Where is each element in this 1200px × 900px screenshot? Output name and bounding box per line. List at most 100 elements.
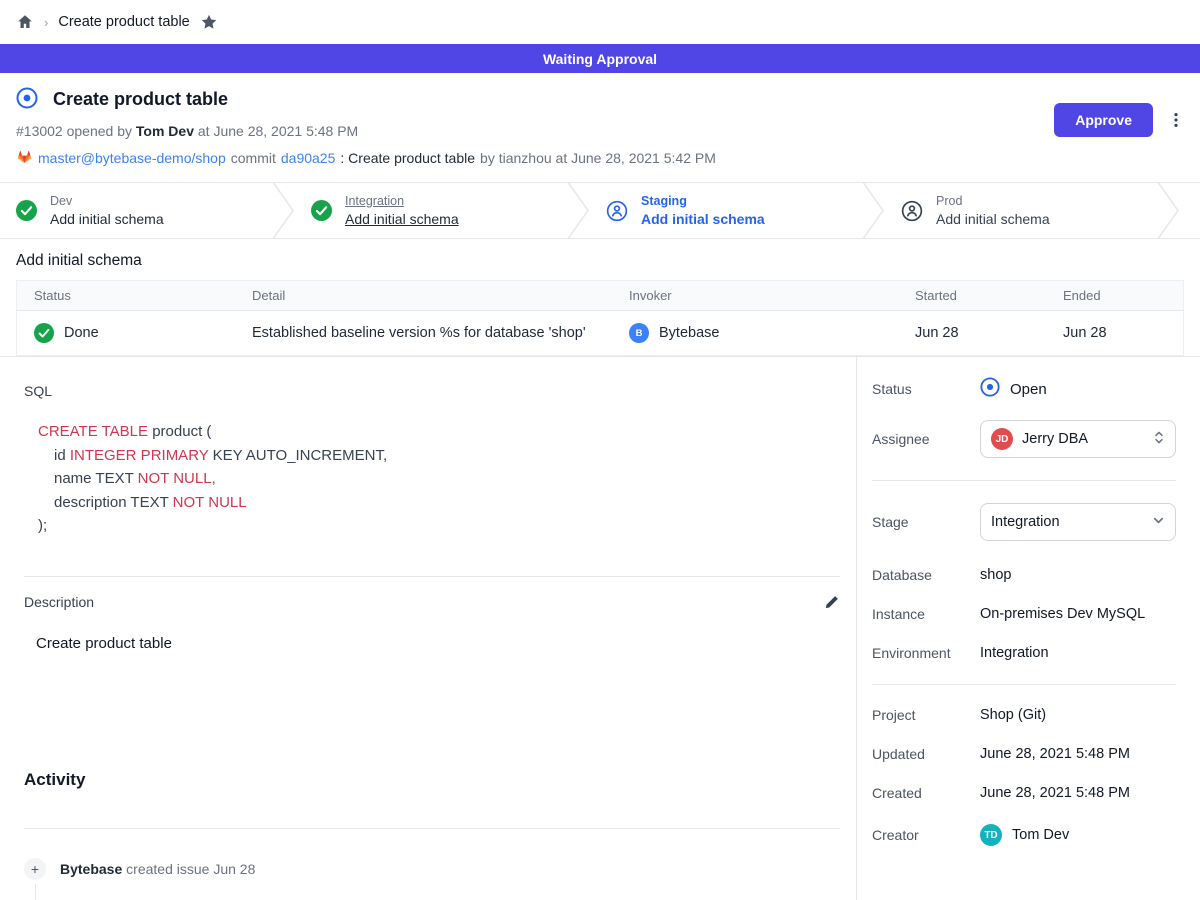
pipeline-stage-staging[interactable]: Staging Add initial schema: [590, 183, 862, 238]
pipeline: Dev Add initial schema Integration Add i…: [0, 182, 1200, 239]
stage-separator-icon: [862, 183, 885, 238]
assignee-label: Assignee: [872, 431, 980, 447]
sidebar: Status Open Assignee JD Jerry DBA: [856, 357, 1200, 900]
field-value: June 28, 2021 5:48 PM: [980, 785, 1176, 801]
person-circle-icon: [901, 200, 923, 222]
description-text: Create product table: [36, 635, 840, 652]
sidebar-field-instance: Instance On-premises Dev MySQL: [872, 606, 1176, 622]
pipeline-stage-integration[interactable]: Integration Add initial schema: [295, 183, 567, 238]
sidebar-field-environment: Environment Integration: [872, 645, 1176, 661]
favorite-star-icon[interactable]: [200, 13, 218, 31]
gitlab-icon: [16, 148, 33, 168]
sidebar-field-updated: Updated June 28, 2021 5:48 PM: [872, 746, 1176, 762]
table-row: Done Established baseline version %s for…: [17, 311, 1183, 355]
sidebar-field-created: Created June 28, 2021 5:48 PM: [872, 785, 1176, 801]
column-header: Started: [898, 281, 1046, 310]
issue-meta-suffix: at June 28, 2021 5:48 PM: [198, 123, 358, 139]
column-header: Status: [17, 281, 235, 310]
sidebar-info-fields: Database shop Instance On-premises Dev M…: [872, 567, 1176, 661]
divider: [872, 480, 1176, 481]
creator-value: TD Tom Dev: [980, 824, 1176, 846]
task-table-body: Done Established baseline version %s for…: [17, 311, 1183, 355]
edit-pencil-icon[interactable]: [824, 594, 840, 610]
activity-text: Bytebase created issue Jun 28: [60, 861, 255, 877]
assignee-name: Jerry DBA: [1022, 431, 1088, 447]
timeline-connector: [35, 884, 36, 900]
divider: [24, 828, 840, 829]
status-banner-text: Waiting Approval: [543, 51, 657, 67]
git-commit-line: master@bytebase-demo/shop commit da90a25…: [16, 148, 1184, 168]
assignee-select[interactable]: JD Jerry DBA: [980, 420, 1176, 458]
sql-code-line: CREATE TABLE product (: [38, 420, 840, 444]
check-circle-icon: [16, 200, 37, 221]
git-branch-link[interactable]: master@bytebase-demo/shop: [38, 150, 226, 166]
field-label: Environment: [872, 645, 980, 661]
check-circle-icon: [34, 323, 54, 343]
plus-icon: +: [24, 858, 46, 880]
main-column: SQL CREATE TABLE product (id INTEGER PRI…: [0, 357, 856, 900]
stage-label: Stage: [872, 514, 980, 530]
breadcrumb: › Create product table: [0, 0, 1200, 44]
git-commit-message: : Create product table: [340, 150, 475, 166]
issue-meta-prefix: #13002 opened by: [16, 123, 132, 139]
cell-started: Jun 28: [898, 311, 1046, 355]
stage-task-name: Add initial schema: [345, 210, 459, 229]
column-header: Ended: [1046, 281, 1183, 310]
pipeline-stage-prod[interactable]: Prod Add initial schema: [885, 183, 1157, 238]
stage-separator-icon: [567, 183, 590, 238]
sql-code-block: CREATE TABLE product (id INTEGER PRIMARY…: [38, 420, 840, 538]
issue-header: Create product table #13002 opened by To…: [0, 73, 1200, 182]
field-value: Shop (Git): [980, 707, 1176, 723]
select-updown-icon: [1153, 429, 1165, 450]
chevron-down-icon: [1152, 514, 1165, 531]
activity-title: Activity: [24, 770, 840, 790]
issue-meta: #13002 opened by Tom Dev at June 28, 202…: [16, 123, 1184, 139]
divider: [872, 684, 1176, 685]
field-value: On-premises Dev MySQL: [980, 606, 1176, 622]
field-label: Project: [872, 707, 980, 723]
page-title: Create product table: [53, 89, 228, 110]
field-label: Created: [872, 785, 980, 801]
sql-code-line: description TEXT NOT NULL: [38, 491, 840, 515]
creator-label: Creator: [872, 827, 980, 843]
field-label: Database: [872, 567, 980, 583]
home-icon[interactable]: [16, 13, 34, 31]
stage-environment: Integration: [345, 193, 459, 210]
field-label: Updated: [872, 746, 980, 762]
task-section-title: Add initial schema: [16, 252, 1184, 270]
stage-text: Staging Add initial schema: [641, 193, 765, 229]
stage-select-value: Integration: [991, 514, 1060, 530]
divider: [24, 576, 840, 577]
git-commit-hash-link[interactable]: da90a25: [281, 150, 336, 166]
sql-code-line: );: [38, 514, 840, 538]
status-open-text: Open: [1010, 381, 1047, 398]
git-commit-label: commit: [231, 150, 276, 166]
invoker-avatar: B: [629, 323, 649, 343]
person-circle-icon: [606, 200, 628, 222]
approve-button[interactable]: Approve: [1054, 103, 1153, 137]
pipeline-stage-dev[interactable]: Dev Add initial schema: [0, 183, 272, 238]
stage-task-name: Add initial schema: [936, 210, 1050, 229]
sidebar-field-project: Project Shop (Git): [872, 707, 1176, 723]
kebab-menu-icon[interactable]: [1166, 110, 1186, 130]
issue-open-icon: [16, 87, 38, 112]
stage-separator-icon: [1157, 183, 1180, 238]
status-label: Status: [872, 381, 980, 397]
stage-text: Dev Add initial schema: [50, 193, 164, 229]
activity-item: + Bytebase created issue Jun 28: [24, 858, 840, 880]
stage-select[interactable]: Integration: [980, 503, 1176, 541]
cell-detail: Established baseline version %s for data…: [235, 311, 612, 355]
description-label: Description: [24, 594, 94, 610]
stage-task-name: Add initial schema: [641, 210, 765, 229]
sql-section-label: SQL: [24, 383, 840, 399]
creator-name: Tom Dev: [1012, 827, 1069, 843]
issue-author: Tom Dev: [136, 123, 194, 139]
sql-code-line: id INTEGER PRIMARY KEY AUTO_INCREMENT,: [38, 444, 840, 468]
breadcrumb-chevron-icon: ›: [44, 15, 48, 30]
field-label: Instance: [872, 606, 980, 622]
check-circle-icon: [311, 200, 332, 221]
stage-task-name: Add initial schema: [50, 210, 164, 229]
stage-environment: Prod: [936, 193, 1050, 210]
field-value: June 28, 2021 5:48 PM: [980, 746, 1176, 762]
stage-text: Prod Add initial schema: [936, 193, 1050, 229]
